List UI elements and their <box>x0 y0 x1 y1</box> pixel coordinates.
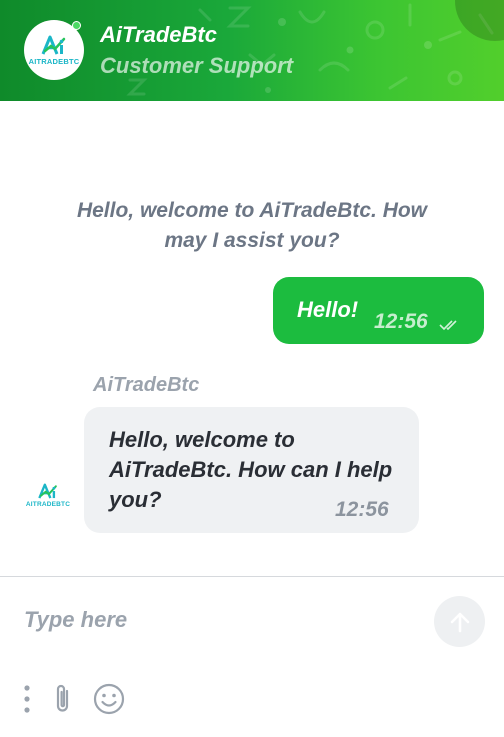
more-options-button[interactable] <box>20 682 34 716</box>
online-status-indicator <box>72 21 81 30</box>
composer-divider <box>0 576 504 577</box>
welcome-message: Hello, welcome to AiTradeBtc. How may I … <box>0 196 504 256</box>
chat-header: AITRADEBTC AiTradeBtc Customer Support <box>0 0 504 101</box>
send-arrow-icon <box>450 612 469 632</box>
send-button[interactable] <box>434 596 485 647</box>
logo-wordmark: AITRADEBTC <box>25 501 71 508</box>
outgoing-message-text: Hello! <box>297 297 359 322</box>
double-check-icon <box>439 320 457 331</box>
aitradebtc-logo-icon <box>38 483 57 499</box>
incoming-message-time: 12:56 <box>335 498 389 521</box>
emoji-icon <box>93 683 125 715</box>
welcome-text: Hello, welcome to AiTradeBtc. How may I … <box>76 199 428 252</box>
paperclip-icon <box>56 684 69 712</box>
logo-wordmark: AITRADEBTC <box>28 57 80 66</box>
incoming-avatar: AITRADEBTC <box>24 482 72 518</box>
aitradebtc-logo-icon <box>41 35 66 55</box>
outgoing-message-time: 12:56 <box>374 310 428 333</box>
outgoing-message-bubble: Hello! 12:56 <box>273 277 484 344</box>
agent-role: Customer Support <box>100 53 294 78</box>
incoming-message-bubble: Hello, welcome to AiTradeBtc. How can I … <box>84 407 419 533</box>
more-vertical-icon <box>24 685 30 713</box>
emoji-button[interactable] <box>92 682 126 716</box>
attach-file-button[interactable] <box>50 682 76 716</box>
message-input[interactable] <box>24 600 414 640</box>
agent-name: AiTradeBtc <box>100 22 217 47</box>
incoming-sender-name: AiTradeBtc <box>93 374 200 396</box>
